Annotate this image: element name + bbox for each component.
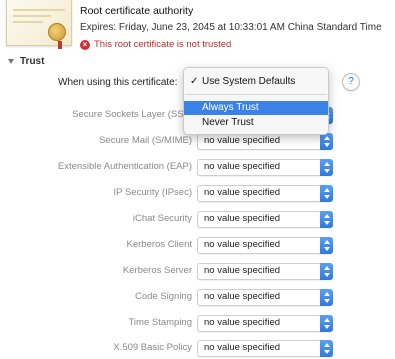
stepper-icon[interactable]: [320, 340, 333, 357]
policy-row-time-stamping: Time Stamping no value specified: [0, 314, 395, 334]
policy-row-code-signing: Code Signing no value specified: [0, 288, 395, 308]
stepper-icon[interactable]: [320, 237, 333, 254]
policy-value: no value specified: [204, 291, 281, 302]
when-using-label: When using this certificate:: [58, 77, 178, 88]
menu-item-label: Always Trust: [202, 102, 259, 113]
stepper-icon[interactable]: [320, 315, 333, 332]
policy-row-ipsec: IP Security (IPsec) no value specified: [0, 184, 395, 204]
menu-item-always-trust[interactable]: Always Trust: [184, 101, 328, 115]
certificate-trust-panel: Root certificate authority Expires: Frid…: [0, 0, 395, 359]
stepper-icon[interactable]: [320, 289, 333, 306]
checkmark-icon: ✓: [190, 76, 199, 87]
policy-select-time-stamping[interactable]: no value specified: [197, 315, 333, 332]
policy-label: iChat Security: [132, 213, 192, 224]
certificate-icon: [6, 0, 72, 49]
policy-value: no value specified: [204, 161, 281, 172]
policy-label: Kerberos Server: [122, 265, 192, 276]
policy-select-eap[interactable]: no value specified: [197, 159, 333, 176]
policy-value: no value specified: [204, 187, 281, 198]
policy-value: no value specified: [204, 265, 281, 276]
menu-item-label: Use System Defaults: [202, 76, 296, 87]
policy-label: Secure Mail (S/MIME): [99, 135, 192, 146]
warning-icon: ×: [80, 39, 90, 50]
stepper-icon[interactable]: [320, 211, 333, 228]
certificate-warning-text: This root certificate is not trusted: [94, 39, 232, 50]
policy-value: no value specified: [204, 317, 281, 328]
policy-select-x509-basic[interactable]: no value specified: [197, 340, 333, 357]
policy-label: Time Stamping: [128, 317, 192, 328]
stepper-icon[interactable]: [320, 263, 333, 280]
policy-label: IP Security (IPsec): [113, 187, 193, 198]
certificate-name: Root certificate authority: [80, 5, 194, 17]
policy-row-kerberos-server: Kerberos Server no value specified: [0, 262, 395, 282]
policy-value: no value specified: [204, 135, 281, 146]
policy-label: Code Signing: [134, 291, 192, 302]
policy-row-x509-basic: X.509 Basic Policy no value specified: [0, 339, 395, 359]
policy-value: no value specified: [204, 239, 281, 250]
trust-disclosure[interactable]: Trust: [8, 56, 44, 67]
trust-header-label: Trust: [20, 56, 45, 67]
menu-item-use-system-defaults[interactable]: ✓ Use System Defaults: [184, 76, 328, 87]
policy-label: Kerberos Client: [126, 239, 192, 250]
menu-item-label: Never Trust: [202, 117, 254, 128]
menu-item-never-trust[interactable]: Never Trust: [184, 116, 328, 130]
policy-row-smime: Secure Mail (S/MIME) no value specified: [0, 132, 395, 152]
stepper-icon[interactable]: [320, 159, 333, 176]
certificate-expiry: Expires: Friday, June 23, 2045 at 10:33:…: [80, 22, 382, 33]
trust-popup-menu[interactable]: ✓ Use System Defaults Always Trust Never…: [183, 67, 329, 135]
disclosure-triangle-icon[interactable]: [8, 59, 14, 64]
policy-label: Secure Sockets Layer (SSL): [72, 109, 192, 120]
stepper-icon[interactable]: [320, 133, 333, 150]
help-icon: ?: [348, 76, 354, 87]
policy-select-code-signing[interactable]: no value specified: [197, 289, 333, 306]
policy-label: X.509 Basic Policy: [113, 342, 192, 353]
policy-row-kerberos-client: Kerberos Client no value specified: [0, 236, 395, 256]
policy-select-kerberos-client[interactable]: no value specified: [197, 237, 333, 254]
stepper-icon[interactable]: [320, 185, 333, 202]
policy-select-ichat[interactable]: no value specified: [197, 211, 333, 228]
policy-select-smime[interactable]: no value specified: [197, 133, 333, 150]
help-button[interactable]: ?: [342, 73, 360, 91]
policy-select-ipsec[interactable]: no value specified: [197, 185, 333, 202]
policy-row-eap: Extensible Authentication (EAP) no value…: [0, 158, 395, 178]
policy-value: no value specified: [204, 342, 281, 353]
certificate-warning: × This root certificate is not trusted: [80, 39, 231, 50]
menu-separator: [185, 94, 327, 95]
policy-select-kerberos-server[interactable]: no value specified: [197, 263, 333, 280]
policy-label: Extensible Authentication (EAP): [57, 161, 192, 172]
policy-row-ichat: iChat Security no value specified: [0, 210, 395, 230]
policy-value: no value specified: [204, 213, 281, 224]
